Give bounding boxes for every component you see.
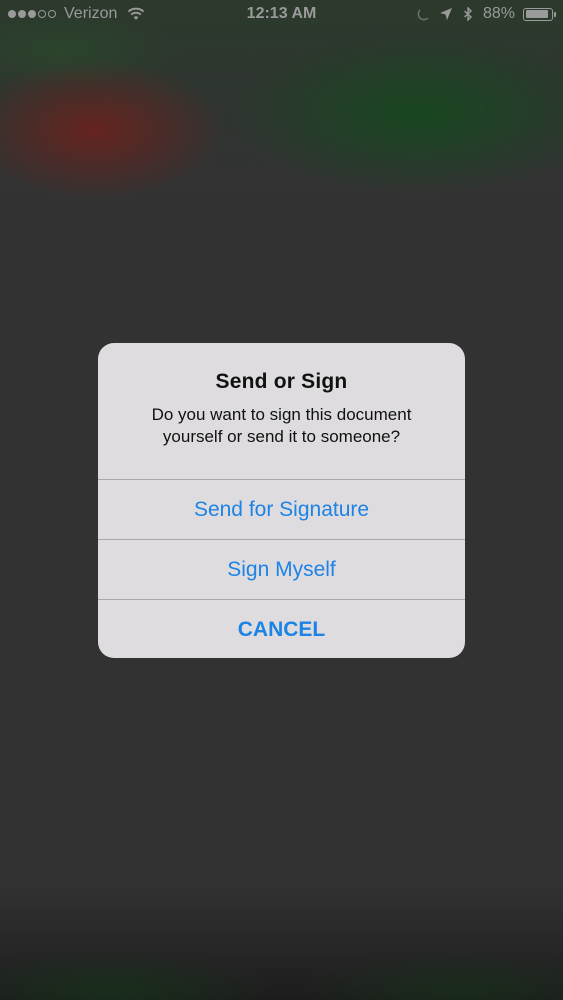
screen: Verizon 12:13 AM 88% Send or Sign Do you… xyxy=(0,0,563,1000)
send-or-sign-alert: Send or Sign Do you want to sign this do… xyxy=(98,343,465,658)
battery-percent: 88% xyxy=(482,5,515,22)
alarm-icon xyxy=(417,9,429,21)
alert-message: Do you want to sign this document yourse… xyxy=(151,405,412,446)
battery-icon xyxy=(523,7,556,21)
cancel-button[interactable]: CANCEL xyxy=(98,599,465,658)
location-arrow-icon xyxy=(439,8,452,20)
alert-header: Send or Sign Do you want to sign this do… xyxy=(98,343,465,479)
blurred-background-bottom xyxy=(0,880,563,1000)
status-right: 88% xyxy=(417,5,556,23)
battery-fill xyxy=(525,10,548,18)
alert-title: Send or Sign xyxy=(215,370,348,393)
status-bar: Verizon 12:13 AM 88% xyxy=(0,0,563,30)
bluetooth-icon xyxy=(463,7,472,21)
blurred-background-top xyxy=(0,0,563,220)
send-for-signature-button[interactable]: Send for Signature xyxy=(98,479,465,539)
sign-myself-button[interactable]: Sign Myself xyxy=(98,539,465,599)
